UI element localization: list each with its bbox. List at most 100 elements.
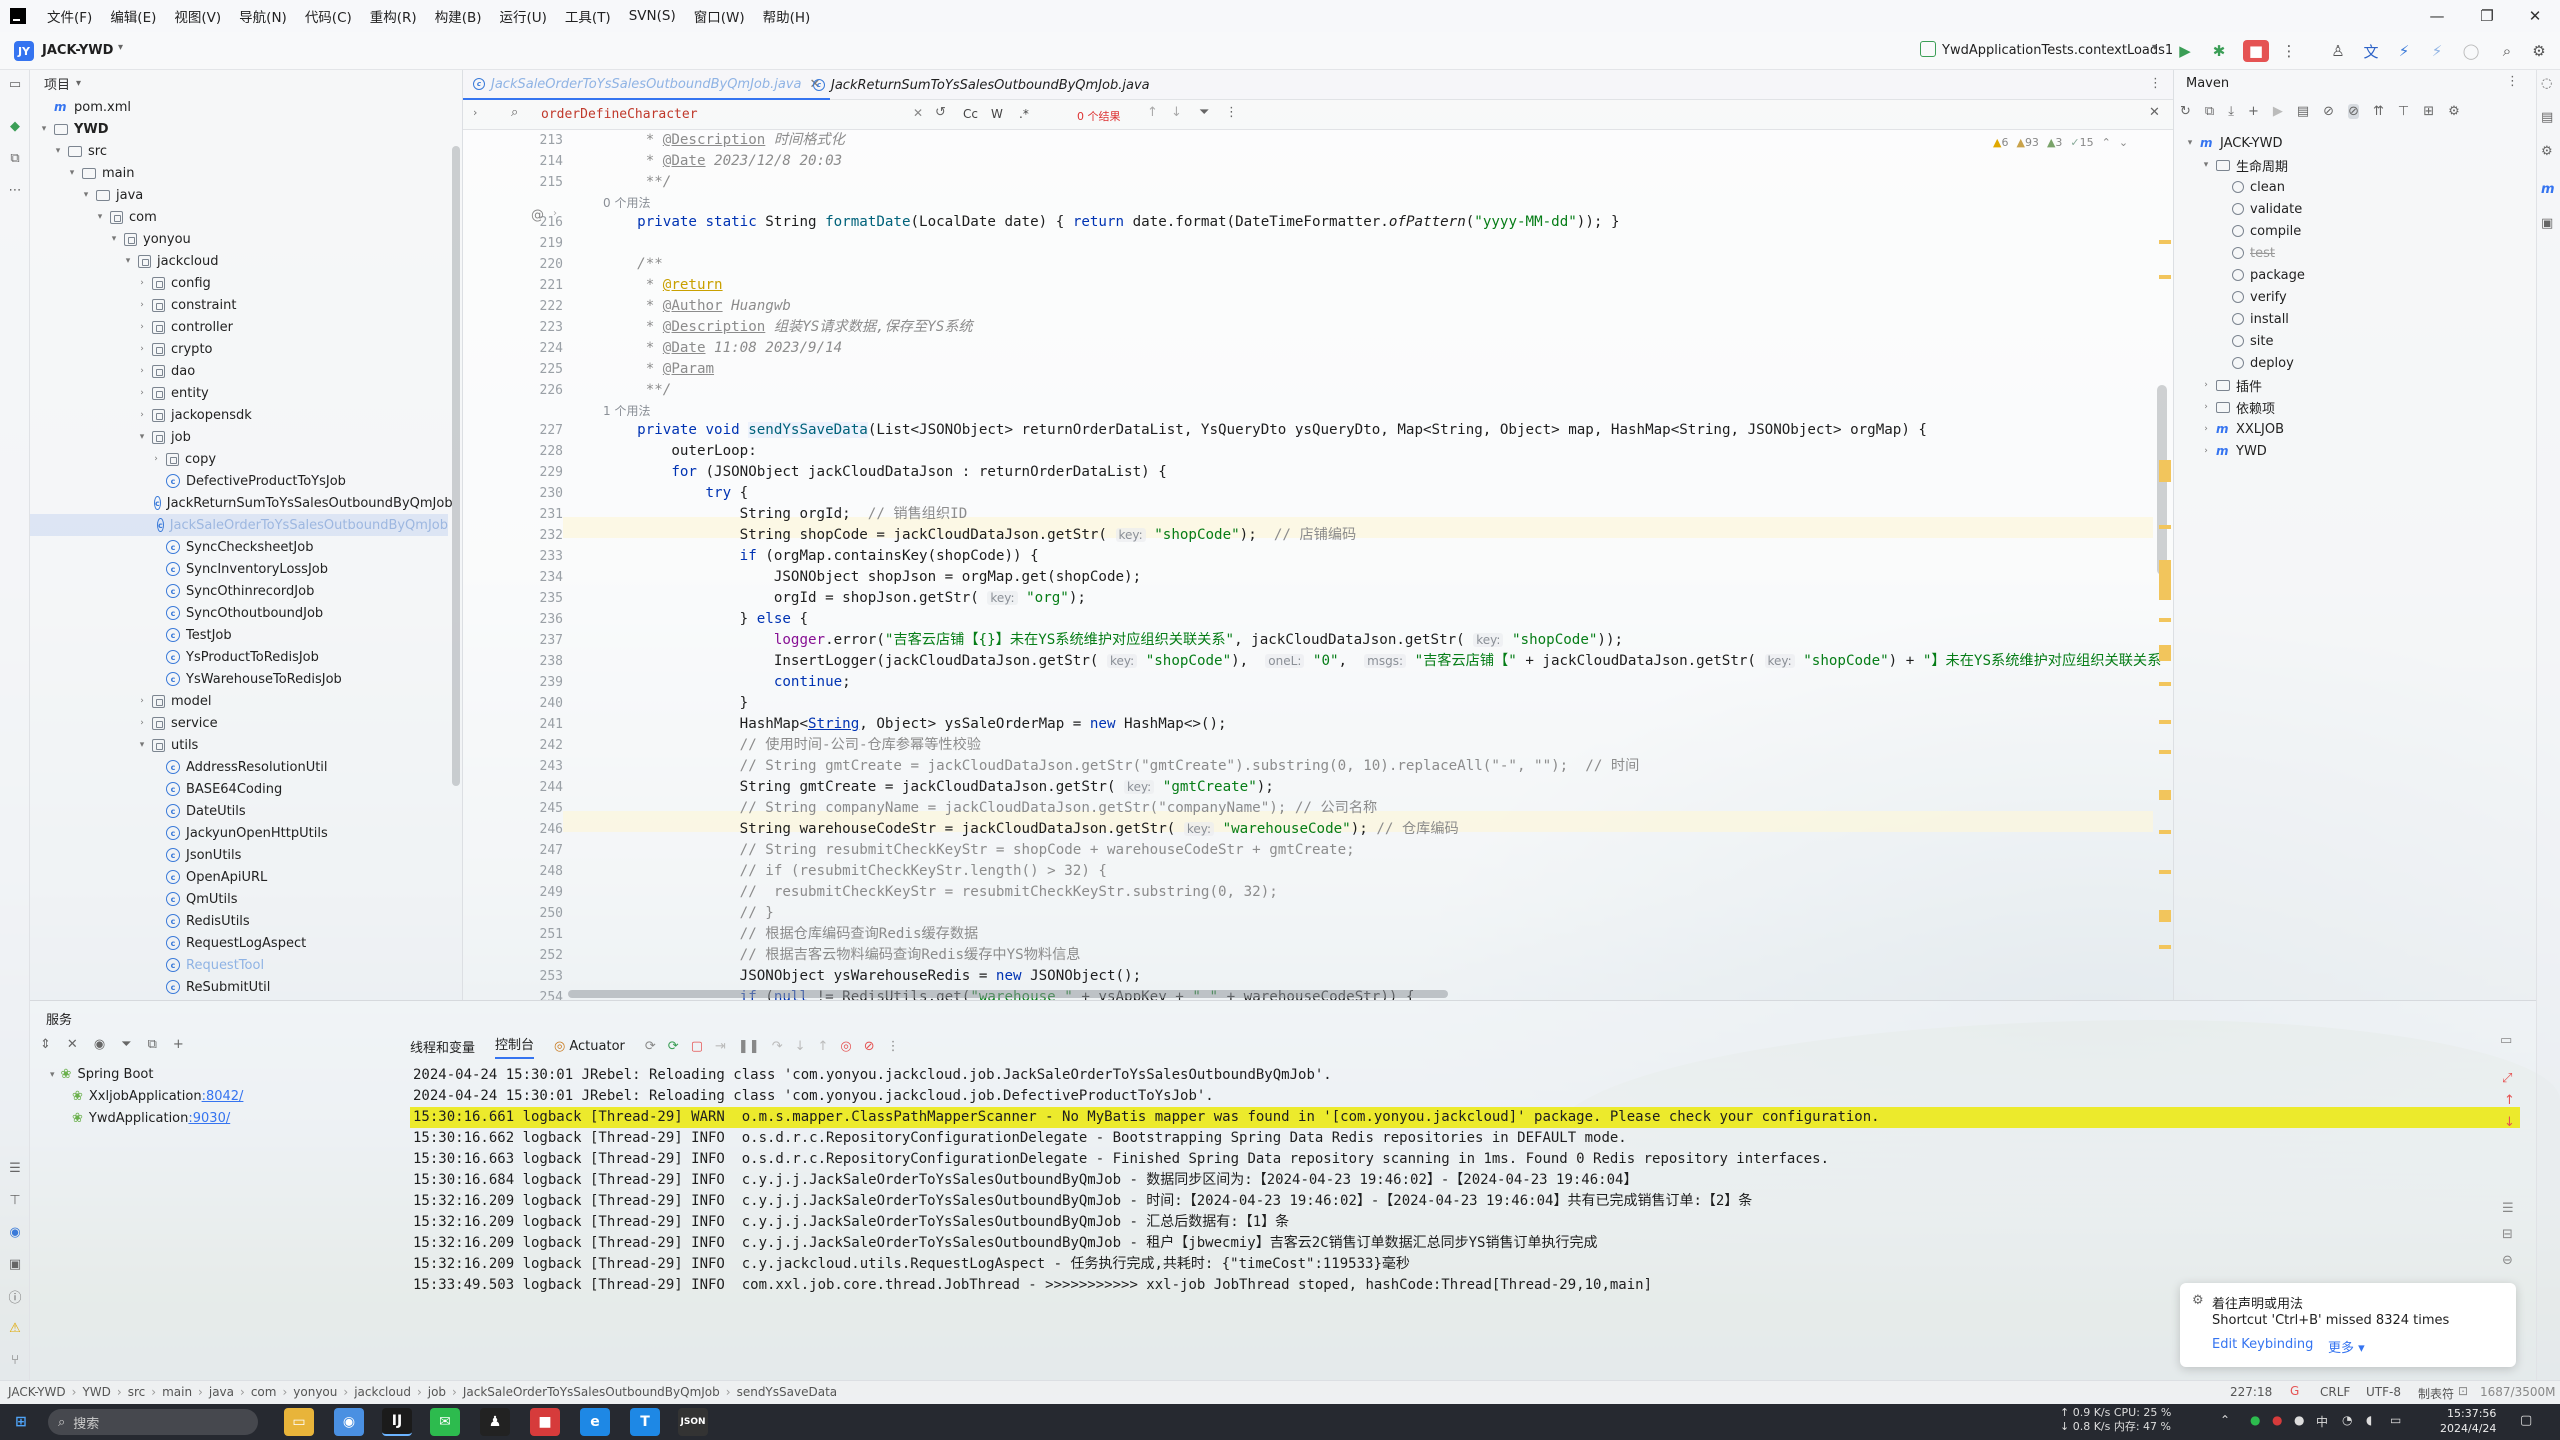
maven-tree-item[interactable]: verify (2216, 286, 2287, 308)
line-number[interactable]: 234 (521, 567, 563, 588)
line-number[interactable]: 247 (521, 840, 563, 861)
tree-item[interactable]: ▾ job (30, 426, 448, 448)
line-number[interactable]: 251 (521, 924, 563, 945)
error-stripe-mark[interactable] (2159, 525, 2171, 529)
offline-icon[interactable]: ⊘ (2323, 104, 2334, 119)
step-over-icon[interactable]: ↷ (772, 1039, 783, 1054)
chevron-up-icon[interactable]: ⌃ (2102, 136, 2111, 149)
maven-tree-item[interactable]: ▾ m JACK-YWD (2184, 132, 2283, 154)
scroll-down-icon[interactable]: ↓ (2504, 1115, 2515, 1130)
tree-item[interactable]: c JsonUtils (30, 844, 448, 866)
add-icon[interactable]: + (2248, 104, 2259, 119)
maven-tree-item[interactable]: install (2216, 308, 2289, 330)
menu-tools[interactable]: 工具(T) (556, 6, 620, 26)
line-number[interactable]: 239 (521, 672, 563, 693)
expand-arrow-icon[interactable]: ▾ (136, 432, 148, 442)
battery-icon[interactable]: ▭ (2390, 1413, 2401, 1427)
tree-item[interactable]: ▾ src (30, 140, 448, 162)
expand-replace-icon[interactable]: › (473, 106, 477, 119)
error-stripe-mark[interactable] (2159, 682, 2171, 686)
inspection-widget[interactable]: ▲6 ▲93 ▲3 ✓15 ⌃ ⌄ (1993, 136, 2128, 149)
tray-qq-icon[interactable]: ● (2294, 1413, 2304, 1427)
bean-icon[interactable]: ▣ (2541, 216, 2553, 231)
menu-code[interactable]: 代码(C) (296, 6, 361, 26)
tray-wechat-icon[interactable]: ● (2250, 1413, 2260, 1427)
line-number[interactable]: 229 (521, 462, 563, 483)
tree-item[interactable]: › service (30, 712, 448, 734)
tree-item[interactable]: c SyncOthinrecordJob (30, 580, 448, 602)
tree-item[interactable]: ▾ YWD (30, 118, 448, 140)
menu-file[interactable]: 文件(F) (38, 6, 101, 26)
menu-edit[interactable]: 编辑(E) (101, 6, 165, 26)
minimize-icon[interactable]: — (2414, 0, 2460, 32)
tab-console[interactable]: 控制台 (495, 1034, 535, 1059)
tab-threads-variables[interactable]: 线程和变量 (410, 1037, 475, 1056)
prev-match-icon[interactable]: ↑ (1147, 105, 1158, 120)
breadcrumb-item[interactable]: JackSaleOrderToYsSalesOutboundByQmJob (463, 1385, 720, 1399)
expand-arrow-icon[interactable]: ▾ (122, 256, 134, 266)
line-number[interactable]: 248 (521, 861, 563, 882)
whole-word-toggle[interactable]: W (991, 107, 1003, 121)
expand-arrow-icon[interactable]: ▾ (108, 234, 120, 244)
tree-item[interactable]: ▾ java (30, 184, 448, 206)
line-number[interactable]: 227 (521, 420, 563, 441)
line-number[interactable]: 250 (521, 903, 563, 924)
chevron-down-icon[interactable]: ⌄ (2119, 136, 2128, 149)
tree-item[interactable]: ▾ com (30, 206, 448, 228)
history-icon[interactable]: ↺ (935, 105, 946, 120)
close-find-icon[interactable]: ✕ (2149, 105, 2160, 120)
menu-build[interactable]: 构建(B) (426, 6, 491, 26)
error-stripe-mark[interactable] (2159, 720, 2171, 724)
stop-icon[interactable]: ■ (2243, 40, 2269, 62)
tree-item[interactable]: c JackReturnSumToYsSalesOutboundByQmJob (30, 492, 453, 514)
breadcrumb-item[interactable]: jackcloud (354, 1385, 411, 1399)
new-group-icon[interactable]: ⧉ (148, 1037, 157, 1052)
error-stripe-mark[interactable] (2159, 870, 2171, 874)
notification-center-icon[interactable]: ▢ (2520, 1413, 2532, 1428)
tree-item[interactable]: c DefectiveProductToYsJob (30, 470, 448, 492)
translate-icon[interactable]: 文 (2360, 40, 2382, 62)
next-match-icon[interactable]: ↓ (1171, 105, 1182, 120)
tree-item[interactable]: c SyncOthoutboundJob (30, 602, 448, 624)
tree-item[interactable]: c ReSubmitUtil (30, 976, 448, 998)
line-number[interactable]: 221 (521, 275, 563, 296)
eye-icon[interactable]: ◉ (94, 1037, 105, 1052)
line-number[interactable]: 231 (521, 504, 563, 525)
ywd-app-node[interactable]: ❀ YwdApplication :9030/ (72, 1111, 230, 1126)
error-stripe-mark[interactable] (2159, 240, 2171, 244)
tab-sale-order-job[interactable]: c JackSaleOrderToYsSalesOutboundByQmJob.… (463, 70, 831, 100)
maven-settings-icon[interactable]: ⚙ (2448, 104, 2460, 119)
lock-icon[interactable]: ⊡ (2458, 1384, 2468, 1398)
expand-arrow-icon[interactable]: › (136, 696, 148, 706)
terminal-tool-icon[interactable]: ▣ (7, 1256, 23, 1272)
soft-wrap-icon[interactable]: ⤢ (2502, 1071, 2512, 1086)
expand-arrow-icon[interactable]: › (136, 278, 148, 288)
tree-item[interactable]: c SyncChecksheetJob (30, 536, 448, 558)
breadcrumb-item[interactable]: JACK-YWD (8, 1385, 66, 1399)
filter-icon[interactable]: ⏷ (1199, 105, 1209, 120)
git-tool-icon[interactable]: ⑂ (7, 1352, 23, 1368)
menu-help[interactable]: 帮助(H) (754, 6, 820, 26)
maven-tree-item[interactable]: › m XXLJOB (2200, 418, 2284, 440)
clock[interactable]: 15:37:56 2024/4/24 (2440, 1406, 2496, 1436)
print-icon[interactable]: ⊟ (2502, 1227, 2513, 1242)
line-number[interactable]: 241 (521, 714, 563, 735)
service-port-link[interactable]: :8042/ (202, 1089, 244, 1104)
tree-item[interactable]: c YsProductToRedisJob (30, 646, 448, 668)
intellij-logo-icon[interactable] (10, 8, 26, 24)
tree-item[interactable]: c SyncInventoryLossJob (30, 558, 448, 580)
git-status-icon[interactable]: G (2290, 1384, 2299, 1398)
line-separator[interactable]: CRLF (2320, 1385, 2350, 1399)
tree-item[interactable]: c TestJob (30, 624, 448, 646)
tree-item[interactable]: c AddressResolutionUtil (30, 756, 448, 778)
breadcrumb-item[interactable]: src (128, 1385, 146, 1399)
line-number[interactable]: 223 (521, 317, 563, 338)
menu-view[interactable]: 视图(V) (165, 6, 230, 26)
breadcrumb-item[interactable]: yonyou (293, 1385, 337, 1399)
expand-arrow-icon[interactable]: ▾ (38, 124, 50, 134)
line-number[interactable]: 230 (521, 483, 563, 504)
menu-refactor[interactable]: 重构(R) (361, 6, 426, 26)
error-stripe-mark[interactable] (2159, 945, 2171, 949)
tray-up-icon[interactable]: ⌃ (2220, 1413, 2230, 1427)
bookmarks-tool-icon[interactable]: ☰ (7, 1160, 23, 1176)
